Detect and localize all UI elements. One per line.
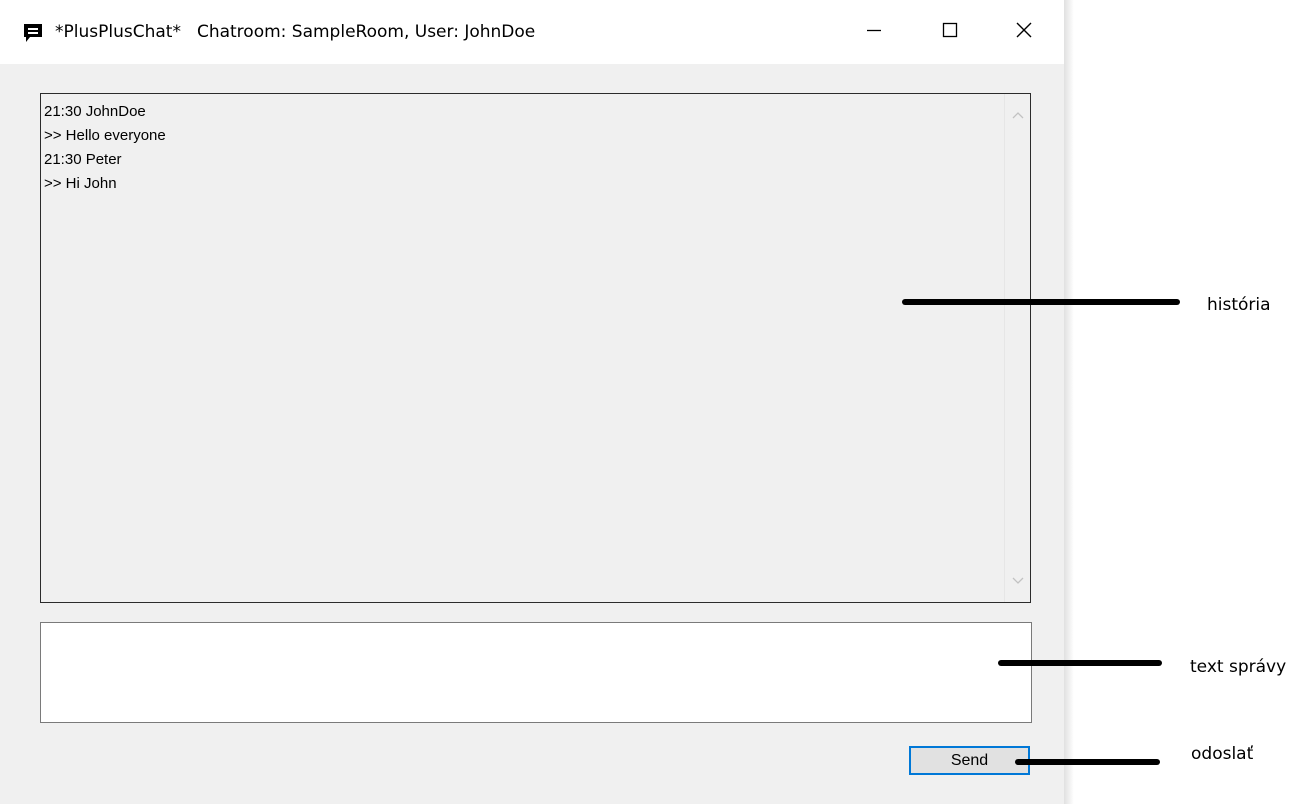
window-shadow [1064,0,1074,804]
window-subtitle: Chatroom: SampleRoom, User: JohnDoe [196,22,536,42]
window-title: *PlusPlusChat* Chatroom: SampleRoom, User… [55,22,535,42]
send-callout-label: odoslať [1191,744,1254,764]
chat-window: *PlusPlusChat* Chatroom: SampleRoom, User… [0,0,1064,804]
history-callout-line [902,299,1180,305]
chat-history[interactable]: 21:30 JohnDoe >> Hello everyone 21:30 Pe… [40,93,1031,603]
chat-bubble-icon [22,22,44,44]
send-callout-line [1015,759,1160,765]
scroll-up-arrow-icon[interactable] [1012,106,1024,124]
history-line: 21:30 JohnDoe [44,103,146,120]
app-name: *PlusPlusChat* [55,22,181,42]
minimize-icon [867,23,881,42]
minimize-button[interactable] [850,0,898,64]
send-button[interactable]: Send [909,746,1030,775]
maximize-button[interactable] [926,0,974,64]
message-input[interactable] [40,622,1032,723]
scroll-down-arrow-icon[interactable] [1012,572,1024,590]
maximize-icon [942,22,958,43]
close-icon [1016,22,1032,43]
history-line: 21:30 Peter [44,151,122,168]
message-callout-line [998,660,1162,666]
chat-history-text: 21:30 JohnDoe >> Hello everyone 21:30 Pe… [44,100,166,196]
history-callout-label: história [1207,295,1271,315]
history-line: >> Hi John [44,175,117,192]
history-line: >> Hello everyone [44,127,166,144]
title-bar[interactable]: *PlusPlusChat* Chatroom: SampleRoom, User… [0,0,1064,64]
history-scrollbar[interactable] [1004,94,1030,602]
close-button[interactable] [1000,0,1048,64]
message-callout-label: text správy [1190,657,1287,677]
